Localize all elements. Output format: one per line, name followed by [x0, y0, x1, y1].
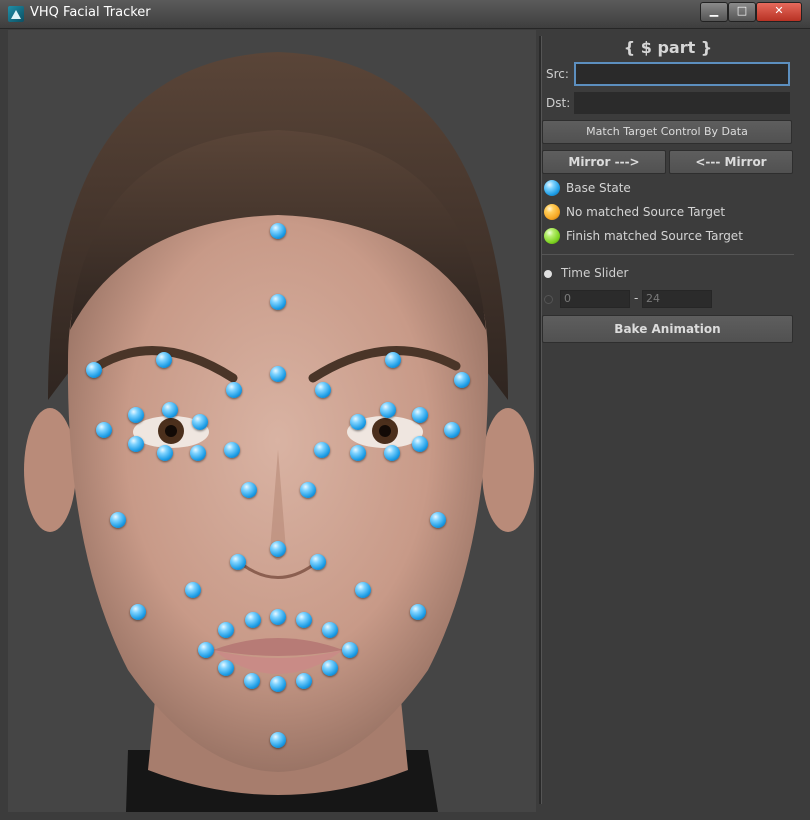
- window-title: VHQ Facial Tracker: [30, 5, 151, 20]
- landmark-control-point[interactable]: [296, 673, 312, 689]
- close-button[interactable]: ✕: [756, 2, 802, 22]
- landmark-control-point[interactable]: [130, 604, 146, 620]
- match-target-button[interactable]: Match Target Control By Data: [542, 120, 792, 144]
- landmark-control-point[interactable]: [296, 612, 312, 628]
- time-slider-radio[interactable]: [544, 270, 552, 278]
- landmark-control-point[interactable]: [355, 582, 371, 598]
- landmark-control-point[interactable]: [198, 642, 214, 658]
- legend-label: Finish matched Source Target: [566, 229, 743, 243]
- landmark-control-point[interactable]: [190, 445, 206, 461]
- landmark-control-point[interactable]: [244, 673, 260, 689]
- landmark-control-point[interactable]: [224, 442, 240, 458]
- landmark-control-point[interactable]: [310, 554, 326, 570]
- landmark-control-point[interactable]: [241, 482, 257, 498]
- landmark-control-point[interactable]: [384, 445, 400, 461]
- range-start-field[interactable]: 0: [560, 290, 630, 308]
- landmark-control-point[interactable]: [380, 402, 396, 418]
- landmark-control-point[interactable]: [270, 223, 286, 239]
- landmark-control-point[interactable]: [230, 554, 246, 570]
- src-label: Src:: [546, 67, 569, 81]
- landmark-control-point[interactable]: [185, 582, 201, 598]
- landmark-control-point[interactable]: [314, 442, 330, 458]
- landmark-control-point[interactable]: [385, 352, 401, 368]
- window-titlebar: VHQ Facial Tracker ▁ □ ✕: [0, 0, 810, 29]
- landmark-control-point[interactable]: [128, 407, 144, 423]
- landmark-control-point[interactable]: [226, 382, 242, 398]
- landmark-control-point[interactable]: [128, 436, 144, 452]
- landmark-control-point[interactable]: [444, 422, 460, 438]
- landmark-control-point[interactable]: [96, 422, 112, 438]
- landmark-control-point[interactable]: [342, 642, 358, 658]
- landmark-control-point[interactable]: [86, 362, 102, 378]
- landmark-control-point[interactable]: [157, 445, 173, 461]
- legend-label: No matched Source Target: [566, 205, 726, 219]
- landmark-control-point[interactable]: [270, 732, 286, 748]
- landmark-control-point[interactable]: [300, 482, 316, 498]
- landmark-control-point[interactable]: [350, 414, 366, 430]
- control-panel: { $ part } Src: Dst: Match Target Contro…: [542, 30, 794, 812]
- landmark-control-point[interactable]: [245, 612, 261, 628]
- src-field[interactable]: [574, 62, 790, 86]
- orange-dot-icon: [544, 204, 560, 220]
- landmark-control-point[interactable]: [454, 372, 470, 388]
- face-image: [8, 30, 536, 812]
- landmark-control-point[interactable]: [322, 622, 338, 638]
- dst-label: Dst:: [546, 96, 571, 110]
- landmark-control-point[interactable]: [192, 414, 208, 430]
- landmark-control-point[interactable]: [410, 604, 426, 620]
- landmark-control-point[interactable]: [315, 382, 331, 398]
- maximize-button[interactable]: □: [728, 2, 756, 22]
- landmark-control-point[interactable]: [270, 541, 286, 557]
- landmark-control-point[interactable]: [270, 294, 286, 310]
- time-slider-label: Time Slider: [561, 266, 629, 280]
- landmark-control-point[interactable]: [156, 352, 172, 368]
- landmark-control-point[interactable]: [412, 436, 428, 452]
- blue-dot-icon: [544, 180, 560, 196]
- mirror-right-button[interactable]: Mirror --->: [542, 150, 666, 174]
- landmark-control-point[interactable]: [322, 660, 338, 676]
- landmark-control-point[interactable]: [270, 366, 286, 382]
- minimize-button[interactable]: ▁: [700, 2, 728, 22]
- separator: [542, 254, 794, 255]
- legend-label: Base State: [566, 181, 631, 195]
- part-title: { $ part }: [623, 38, 713, 57]
- landmark-control-point[interactable]: [218, 622, 234, 638]
- green-dot-icon: [544, 228, 560, 244]
- bake-animation-button[interactable]: Bake Animation: [542, 315, 793, 343]
- mirror-left-button[interactable]: <--- Mirror: [669, 150, 793, 174]
- dst-field[interactable]: [574, 92, 790, 114]
- landmark-control-point[interactable]: [350, 445, 366, 461]
- range-dash: -: [634, 291, 639, 305]
- range-end-field[interactable]: 24: [642, 290, 712, 308]
- face-viewport[interactable]: [8, 30, 536, 812]
- landmark-control-point[interactable]: [162, 402, 178, 418]
- landmark-control-point[interactable]: [110, 512, 126, 528]
- range-radio[interactable]: [544, 295, 553, 304]
- landmark-control-point[interactable]: [430, 512, 446, 528]
- landmark-control-point[interactable]: [412, 407, 428, 423]
- landmark-control-point[interactable]: [218, 660, 234, 676]
- landmark-control-point[interactable]: [270, 676, 286, 692]
- landmark-control-point[interactable]: [270, 609, 286, 625]
- app-icon: [8, 6, 24, 22]
